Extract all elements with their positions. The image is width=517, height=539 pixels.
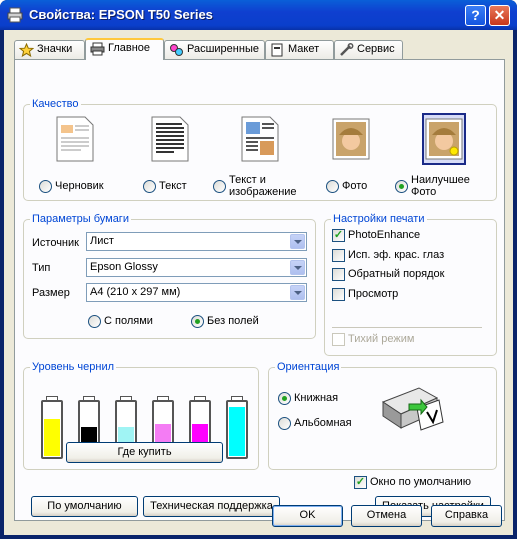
- preview-checkbox[interactable]: [332, 288, 345, 301]
- paper-source-value: Лист: [90, 235, 114, 247]
- red-eye-checkbox[interactable]: [332, 249, 345, 262]
- preview-label: Просмотр: [348, 288, 399, 300]
- gears-icon: [170, 44, 183, 56]
- main-tab-panel: Качество Черновик Текст Текст и изображе…: [14, 59, 505, 521]
- printer-icon: [7, 7, 23, 23]
- paper-group-label: Параметры бумаги: [30, 213, 131, 225]
- landscape-radio[interactable]: [278, 417, 291, 430]
- where-to-buy-button[interactable]: Где купить: [66, 442, 223, 463]
- chevron-down-icon[interactable]: [290, 260, 305, 275]
- window-title: Свойства: EPSON T50 Series: [29, 7, 213, 22]
- tab-service[interactable]: Сервис: [334, 40, 403, 59]
- cancel-button[interactable]: Отмена: [351, 505, 422, 527]
- defaults-button[interactable]: По умолчанию: [31, 496, 138, 517]
- quality-group-label: Качество: [30, 98, 81, 110]
- portrait-radio[interactable]: [278, 392, 291, 405]
- portrait-label: Книжная: [294, 392, 339, 404]
- layout-icon: [271, 43, 283, 57]
- orientation-group-label: Ориентация: [275, 361, 342, 373]
- landscape-label: Альбомная: [294, 417, 352, 429]
- ink-cartridge-cap: [231, 396, 243, 401]
- tab-icons[interactable]: Значки: [14, 40, 85, 59]
- borderless-radio[interactable]: [191, 315, 204, 328]
- close-button[interactable]: ✕: [489, 5, 510, 26]
- ink-level-yellow: [44, 419, 60, 456]
- tab-advanced-label: Расширенные: [187, 43, 259, 55]
- quality-photo-radio[interactable]: [326, 180, 339, 193]
- quality-text-radio[interactable]: [143, 180, 156, 193]
- chevron-down-icon[interactable]: [290, 285, 305, 300]
- quiet-mode-label: Тихий режим: [348, 333, 415, 345]
- best-photo-document-icon: [425, 118, 463, 160]
- paper-type-value: Epson Glossy: [90, 261, 158, 273]
- help-button[interactable]: Справка: [431, 505, 502, 527]
- paper-size-select[interactable]: A4 (210 x 297 мм): [86, 283, 307, 302]
- quality-draft-radio[interactable]: [39, 180, 52, 193]
- quality-photo-label: Фото: [342, 180, 368, 192]
- reverse-order-checkbox[interactable]: [332, 268, 345, 281]
- tab-layout[interactable]: Макет: [265, 40, 334, 59]
- title-bar[interactable]: Свойства: EPSON T50 Series ? ✕: [0, 0, 517, 30]
- tab-layout-label: Макет: [288, 43, 320, 55]
- quality-text-label: Текст: [159, 180, 187, 192]
- tab-main-label: Главное: [108, 42, 151, 54]
- ink-cartridge-yellow: [41, 396, 63, 459]
- photo-document-icon: [332, 118, 370, 160]
- reverse-order-label: Обратный порядок: [348, 268, 445, 280]
- tab-main[interactable]: Главное: [85, 38, 164, 60]
- with-borders-radio[interactable]: [88, 315, 101, 328]
- paper-type-label: Тип: [32, 262, 51, 274]
- star-icon: [19, 43, 34, 57]
- text-image-document-icon: [241, 116, 279, 162]
- quality-text-image-radio[interactable]: [213, 180, 226, 193]
- ink-cartridge-cap: [120, 396, 132, 401]
- ink-cartridge-cap: [194, 396, 206, 401]
- paper-source-select[interactable]: Лист: [86, 232, 307, 251]
- best-photo-selected-frame: [422, 113, 466, 165]
- paper-size-value: A4 (210 x 297 мм): [90, 286, 181, 298]
- quality-best-photo-radio[interactable]: [395, 180, 408, 193]
- help-title-button[interactable]: ?: [465, 5, 486, 26]
- draft-document-icon: [56, 116, 94, 162]
- printer-orientation-icon: [381, 387, 444, 431]
- ink-level-cyan: [229, 407, 245, 456]
- red-eye-label: Исп. эф. крас. глаз: [348, 249, 445, 261]
- quality-draft-label: Черновик: [55, 180, 104, 192]
- printer-icon: [90, 42, 105, 56]
- chevron-down-icon[interactable]: [290, 234, 305, 249]
- tab-service-label: Сервис: [357, 43, 395, 55]
- ink-cartridge-cap: [157, 396, 169, 401]
- ink-cartridge-cap: [83, 396, 95, 401]
- quality-best-photo-label: Наилучшее Фото: [411, 174, 470, 198]
- ink-cartridge-cyan: [226, 396, 248, 459]
- paper-type-select[interactable]: Epson Glossy: [86, 258, 307, 277]
- borderless-label: Без полей: [207, 315, 259, 327]
- ink-level-group-label: Уровень чернил: [30, 361, 117, 373]
- properties-window: Свойства: EPSON T50 Series ? ✕ Значки Гл…: [0, 0, 517, 539]
- ok-button[interactable]: OK: [272, 505, 343, 527]
- paper-size-label: Размер: [32, 287, 70, 299]
- paper-source-label: Источник: [32, 237, 79, 249]
- tab-advanced[interactable]: Расширенные: [164, 40, 265, 59]
- tab-icons-label: Значки: [37, 43, 73, 55]
- photoenhance-label: PhotoEnhance: [348, 229, 421, 241]
- default-window-label: Окно по умолчанию: [370, 476, 472, 488]
- default-window-checkbox[interactable]: ✓: [354, 476, 367, 489]
- ink-cartridge-cap: [46, 396, 58, 401]
- divider: [332, 327, 482, 328]
- dialog-body: Значки Главное Расширенные Макет Сервис: [4, 30, 513, 535]
- support-button[interactable]: Техническая поддержка: [143, 496, 280, 517]
- quiet-mode-checkbox[interactable]: [332, 333, 345, 346]
- with-borders-label: С полями: [104, 315, 153, 327]
- print-settings-group-label: Настройки печати: [331, 213, 427, 225]
- photoenhance-checkbox[interactable]: ✓: [332, 229, 345, 242]
- text-document-icon: [151, 116, 189, 162]
- quality-text-image-label: Текст и изображение: [229, 174, 297, 198]
- wrench-icon: [340, 43, 354, 56]
